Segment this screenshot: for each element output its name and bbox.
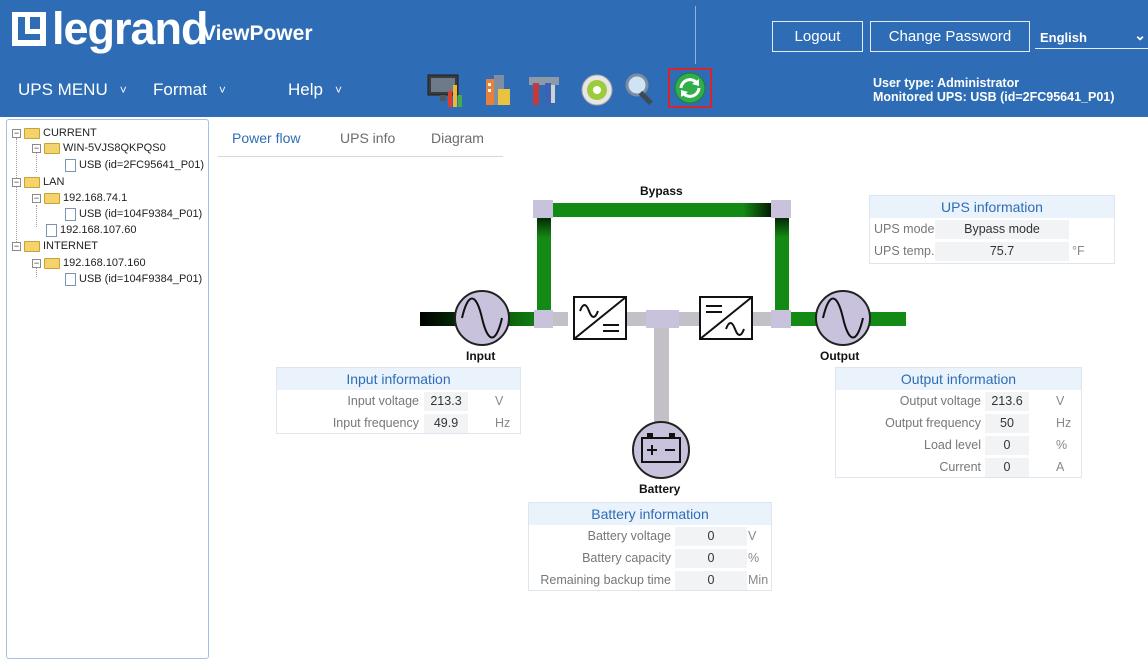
info-label: Battery voltage (587, 529, 671, 543)
info-unit: Min (748, 573, 769, 587)
info-row: Load level 0 % (836, 434, 1081, 456)
info-value: Bypass mode (935, 220, 1069, 239)
info-label: Load level (924, 438, 981, 452)
bypass-line (775, 210, 789, 320)
panel-title: Output information (836, 368, 1081, 390)
info-value: 0 (985, 458, 1029, 477)
info-value: 0 (675, 571, 747, 590)
info-unit: °F (1072, 244, 1085, 258)
output-label: Output (820, 349, 860, 363)
info-row: Output voltage 213.6 V (836, 390, 1081, 412)
panel-title: Input information (277, 368, 520, 390)
info-value: 213.3 (424, 392, 468, 411)
info-row: Battery voltage 0 V (529, 525, 771, 547)
info-label: Output frequency (885, 416, 981, 430)
info-row: UPS mode Bypass mode (870, 218, 1114, 240)
rectifier-icon (573, 296, 627, 340)
info-row: Input frequency 49.9 Hz (277, 412, 520, 434)
bypass-line (537, 210, 551, 320)
junction-block (771, 310, 791, 328)
info-row: Remaining backup time 0 Min (529, 569, 771, 591)
info-row: Battery capacity 0 % (529, 547, 771, 569)
junction-block (646, 310, 679, 328)
info-value: 0 (985, 436, 1029, 455)
inverter-icon (699, 296, 753, 340)
info-unit: V (748, 529, 757, 543)
input-label: Input (466, 349, 496, 363)
junction-block (534, 310, 553, 328)
info-label: UPS mode (874, 222, 935, 236)
junction-block (771, 200, 791, 218)
ups-information-panel: UPS information UPS mode Bypass mode UPS… (869, 195, 1115, 264)
panel-title: UPS information (870, 196, 1114, 218)
output-information-panel: Output information Output voltage 213.6 … (835, 367, 1082, 478)
info-unit: % (1056, 438, 1068, 452)
info-label: Battery capacity (582, 551, 671, 565)
info-unit: % (748, 551, 760, 565)
bypass-line (546, 203, 778, 217)
info-label: Output voltage (899, 394, 981, 408)
battery-information-panel: Battery information Battery voltage 0 V … (528, 502, 772, 591)
info-unit: V (495, 394, 504, 408)
info-value: 49.9 (424, 414, 468, 433)
info-unit: V (1056, 394, 1065, 408)
info-row: Output frequency 50 Hz (836, 412, 1081, 434)
battery-line (654, 320, 669, 424)
info-value: 75.7 (935, 242, 1069, 261)
info-label: Input frequency (332, 416, 419, 430)
info-label: UPS temp. (874, 244, 935, 258)
info-value: 0 (675, 527, 747, 546)
info-row: Current 0 A (836, 456, 1081, 478)
bypass-label: Bypass (640, 184, 683, 198)
input-ac-icon (454, 290, 510, 346)
battery-icon (632, 421, 690, 479)
info-unit: Hz (495, 416, 511, 430)
info-value: 50 (985, 414, 1029, 433)
output-ac-icon (815, 290, 871, 346)
info-value: 0 (675, 549, 747, 568)
info-label: Remaining backup time (540, 573, 671, 587)
info-label: Current (939, 460, 981, 474)
battery-label: Battery (639, 482, 681, 496)
panel-title: Battery information (529, 503, 771, 525)
info-unit: A (1056, 460, 1065, 474)
info-row: UPS temp. 75.7 °F (870, 240, 1114, 262)
info-value: 213.6 (985, 392, 1029, 411)
info-label: Input voltage (347, 394, 419, 408)
junction-block (533, 200, 553, 218)
input-information-panel: Input information Input voltage 213.3 V … (276, 367, 521, 434)
info-unit: Hz (1056, 416, 1072, 430)
info-row: Input voltage 213.3 V (277, 390, 520, 412)
